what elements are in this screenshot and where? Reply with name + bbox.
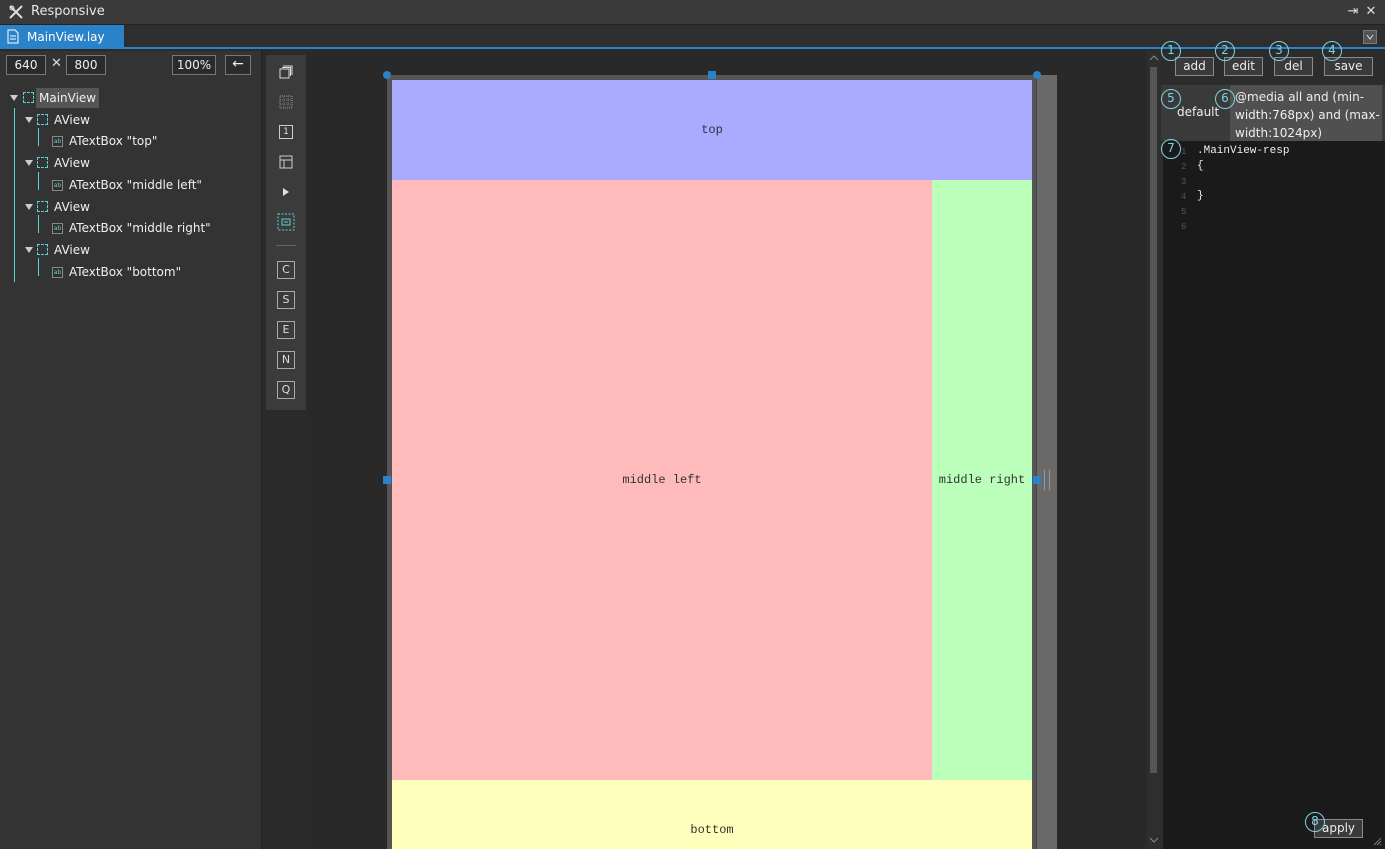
s-button[interactable]: S	[277, 291, 295, 309]
window-title: Responsive	[31, 4, 105, 19]
scroll-up-icon[interactable]	[1149, 54, 1159, 62]
css-code-editor[interactable]	[1163, 141, 1385, 849]
tree-item-textbox-top[interactable]: ATextBox "top"	[69, 131, 157, 151]
c-button[interactable]: C	[277, 261, 295, 279]
times-icon: ✕	[51, 56, 62, 71]
resize-grip-icon[interactable]	[1373, 837, 1382, 846]
view-icon	[37, 114, 48, 125]
tree-item-textbox-middle-right[interactable]: ATextBox "middle right"	[69, 218, 211, 238]
marker-1: 1	[1161, 41, 1181, 61]
tab-label: MainView.lay	[27, 30, 105, 44]
height-input[interactable]: 800	[66, 55, 106, 75]
media-query-label: @media all and (min-width:768px) and (ma…	[1235, 90, 1380, 140]
resize-handle-topleft[interactable]	[383, 71, 391, 79]
dock-icon[interactable]: ⇥	[1346, 4, 1360, 20]
edit-button[interactable]: edit	[1224, 57, 1263, 76]
expand-icon[interactable]	[25, 247, 33, 253]
expand-icon[interactable]	[25, 117, 33, 123]
tool-strip: 1 C S E N Q	[266, 55, 306, 410]
add-button[interactable]: add	[1175, 57, 1214, 76]
n-button[interactable]: N	[277, 351, 295, 369]
media-query-bar: default @media all and (min-width:768px)…	[1161, 85, 1385, 141]
marker-2: 2	[1215, 41, 1235, 61]
line-number: 1	[1181, 147, 1187, 157]
marker-6: 6	[1215, 89, 1235, 109]
resize-handle-topright[interactable]	[1033, 71, 1041, 79]
tree-item-textbox-middle-left[interactable]: ATextBox "middle left"	[69, 175, 202, 195]
line-number: 4	[1181, 192, 1187, 202]
view-icon	[37, 201, 48, 212]
grid-icon[interactable]	[277, 93, 295, 111]
tab-menu-button[interactable]	[1363, 30, 1377, 44]
e-button[interactable]: E	[277, 321, 295, 339]
marker-8: 8	[1305, 812, 1325, 832]
textbox-icon: ab	[52, 267, 63, 278]
marker-7: 7	[1161, 139, 1181, 159]
marker-3: 3	[1269, 41, 1289, 61]
resize-gutter[interactable]	[1037, 75, 1057, 849]
textbox-icon: ab	[52, 223, 63, 234]
play-icon[interactable]	[277, 183, 295, 201]
title-bar: Responsive ⇥ ✕	[0, 0, 1385, 25]
expand-icon[interactable]	[25, 160, 33, 166]
region-middle-right-label: middle right	[938, 473, 1026, 487]
line-number: 6	[1181, 222, 1187, 232]
line-number: 5	[1181, 207, 1187, 217]
scroll-down-icon[interactable]	[1149, 836, 1159, 844]
resize-handle-left[interactable]	[383, 476, 391, 484]
back-button[interactable]: ←	[225, 55, 251, 75]
region-top[interactable]: top	[392, 80, 1032, 180]
width-input[interactable]: 640	[6, 55, 46, 75]
media-query-item[interactable]: @media all and (min-width:768px) and (ma…	[1230, 85, 1382, 141]
media-default-label: default	[1177, 105, 1220, 119]
view-icon	[37, 157, 48, 168]
scroll-thumb[interactable]	[1150, 67, 1157, 773]
vertical-scrollbar[interactable]	[1147, 51, 1161, 849]
code-line: .MainView-resp	[1197, 145, 1290, 157]
tree-item-aview[interactable]: AView	[54, 240, 90, 260]
marker-4: 4	[1322, 41, 1342, 61]
tree-item-textbox-bottom[interactable]: ATextBox "bottom"	[69, 262, 181, 282]
tree-item-mainview[interactable]: MainView	[36, 88, 100, 108]
close-icon[interactable]: ✕	[1364, 4, 1378, 20]
zoom-input[interactable]: 100%	[172, 55, 216, 75]
tree-item-aview[interactable]: AView	[54, 110, 90, 130]
line-number: 3	[1181, 177, 1187, 187]
region-middle-left-label: middle left	[622, 473, 702, 487]
tree-item-aview[interactable]: AView	[54, 153, 90, 173]
view-icon	[37, 244, 48, 255]
expand-icon[interactable]	[25, 204, 33, 210]
copy-icon[interactable]	[277, 63, 295, 81]
line-number: 2	[1181, 162, 1187, 172]
expand-icon[interactable]	[10, 95, 18, 101]
marker-5: 5	[1161, 89, 1181, 109]
responsive-icon[interactable]	[277, 213, 295, 231]
drag-grip-icon[interactable]	[1044, 470, 1050, 490]
textbox-icon: ab	[52, 136, 63, 147]
chevron-down-icon	[1366, 34, 1374, 40]
code-line: {	[1197, 160, 1204, 172]
q-button[interactable]: Q	[277, 381, 295, 399]
tab-mainview[interactable]: MainView.lay	[0, 25, 124, 49]
code-line: }	[1197, 190, 1204, 202]
view-icon	[23, 92, 34, 103]
region-middle-right[interactable]: middle right	[932, 180, 1032, 780]
file-icon	[7, 29, 19, 44]
region-middle-left[interactable]: middle left	[392, 180, 932, 780]
resize-handle-top[interactable]	[708, 71, 716, 79]
outline-panel: 640 ✕ 800 100% ←	[0, 51, 262, 849]
region-bottom-label: bottom	[690, 822, 734, 837]
region-top-label: top	[701, 123, 723, 137]
number-icon[interactable]: 1	[277, 123, 295, 141]
layout-icon[interactable]	[277, 153, 295, 171]
resize-handle-right[interactable]	[1033, 476, 1041, 484]
tree-item-aview[interactable]: AView	[54, 197, 90, 217]
region-bottom[interactable]: bottom	[392, 780, 1032, 849]
tools-icon	[9, 5, 23, 19]
textbox-icon: ab	[52, 180, 63, 191]
